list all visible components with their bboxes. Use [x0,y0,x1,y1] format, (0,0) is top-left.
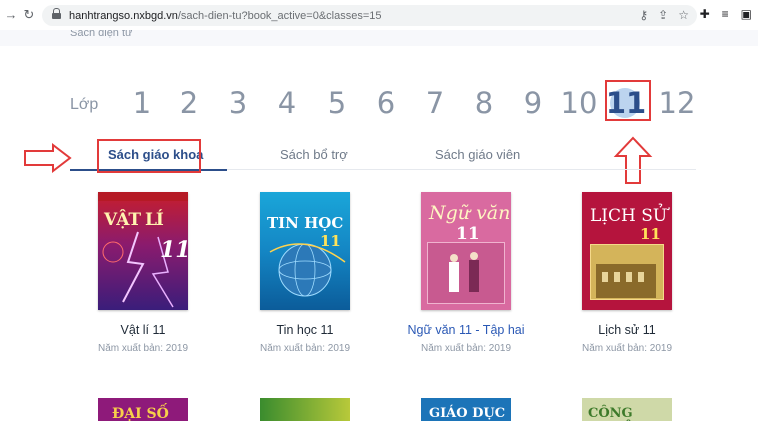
annotation-box-tab [97,139,201,173]
book-cover-partial[interactable]: ĐẠI SỐ [98,398,188,421]
class-2[interactable]: 2 [169,86,209,120]
book-title[interactable]: Ngữ văn 11 - Tập hai [396,323,536,337]
book-year: Năm xuất bản: 2019 [581,343,673,354]
class-6[interactable]: 6 [366,86,406,120]
book-cover-partial[interactable]: GIÁO DỤC [421,398,511,421]
cover-title: TIN HỌC [267,214,344,232]
class-label: Lớp [70,96,99,113]
cover-title: Ngữ văn [429,202,511,224]
annotation-right-arrow-icon [24,143,72,173]
book-cover-partial[interactable] [260,398,350,421]
extensions-icon[interactable]: ✚ [700,7,710,21]
class-12[interactable]: 12 [656,86,698,120]
address-bar[interactable]: hanhtrangso.nxbgd.vn/sach-dien-tu?book_a… [42,5,697,26]
forward-icon[interactable]: → [2,7,20,22]
cover-title: CÔNG NGHỆ [588,406,633,421]
cover-title: ĐẠI SỐ [112,406,169,421]
book-cover-tin-hoc[interactable]: TIN HỌC 11 [260,192,350,310]
reload-icon[interactable]: ↻ [20,7,38,23]
class-8[interactable]: 8 [464,86,504,120]
cover-number: 11 [640,225,661,243]
url-host: hanhtrangso.nxbgd.vn [69,9,178,22]
book-title[interactable]: Tin học 11 [235,323,375,337]
browser-toolbar: → ↻ hanhtrangso.nxbgd.vn/sach-dien-tu?bo… [0,0,758,30]
site-header: Sách điện tử [0,30,758,46]
share-icon[interactable]: ⇪ [658,8,668,22]
cover-number: 11 [160,237,188,263]
breadcrumb[interactable]: Sách điện tử [70,30,132,39]
book-cover-partial[interactable]: CÔNG NGHỆ [582,398,672,421]
book-title[interactable]: Vật lí 11 [73,323,213,337]
class-10[interactable]: 10 [558,86,600,120]
side-panel-icon[interactable]: ▣ [741,7,752,21]
book-year: Năm xuất bản: 2019 [259,343,351,354]
book-cover-vat-li[interactable]: VẬT LÍ 11 [98,192,188,310]
tab-supplementary[interactable]: Sách bổ trợ [280,147,348,162]
class-9[interactable]: 9 [513,86,553,120]
annotation-box-class [605,80,651,121]
class-3[interactable]: 3 [218,86,258,120]
class-4[interactable]: 4 [267,86,307,120]
class-5[interactable]: 5 [317,86,357,120]
url-path: /sach-dien-tu?book_active=0&classes=15 [177,9,382,22]
book-title[interactable]: Lịch sử 11 [557,323,697,337]
globe-art [269,243,346,297]
book-cover-ngu-van[interactable]: Ngữ văn 11 [421,192,511,310]
cover-title: VẬT LÍ [104,210,164,230]
book-year: Năm xuất bản: 2019 [420,343,512,354]
class-1[interactable]: 1 [122,86,162,120]
tab-teacher-books[interactable]: Sách giáo viên [435,147,520,162]
bookmark-star-icon[interactable]: ☆ [678,8,689,22]
key-icon[interactable]: ⚷ [639,8,648,22]
cover-number: 11 [456,224,480,244]
reading-list-icon[interactable]: ≡ [722,7,729,21]
cover-number: 11 [320,232,341,250]
lock-icon [52,8,61,20]
class-7[interactable]: 7 [415,86,455,120]
cover-title: LỊCH SỬ [590,206,668,226]
book-year: Năm xuất bản: 2019 [97,343,189,354]
cover-title: GIÁO DỤC [429,406,506,421]
book-cover-lich-su[interactable]: LỊCH SỬ 11 [582,192,672,310]
